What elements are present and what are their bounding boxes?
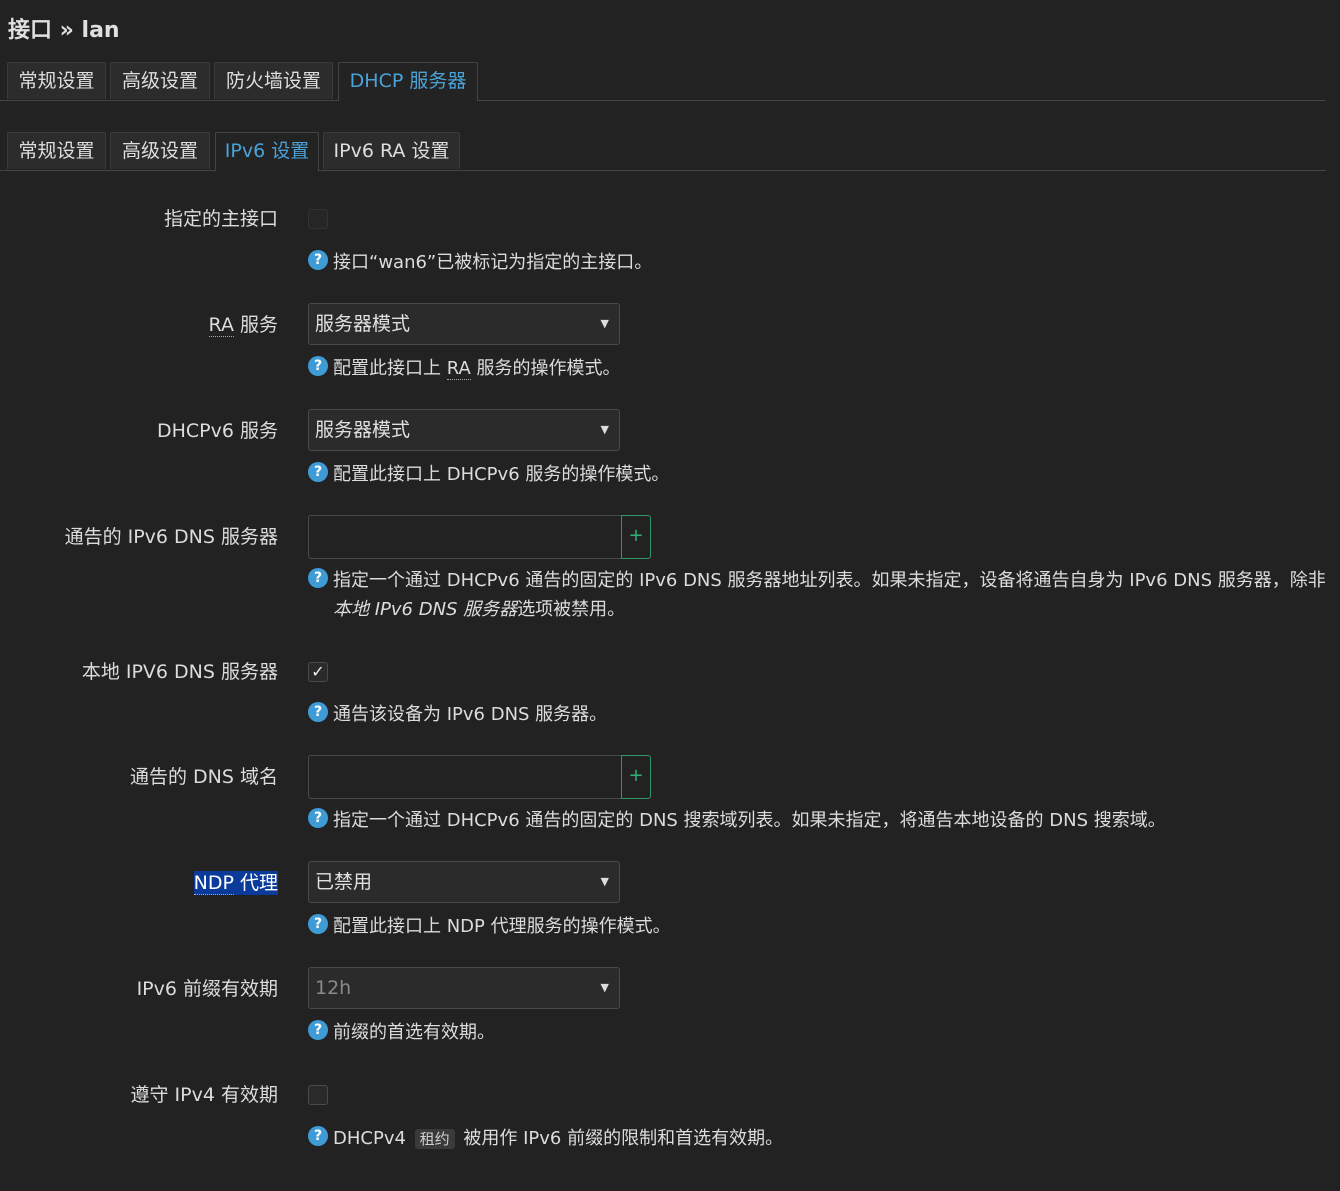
tab-dhcp-server[interactable]: DHCP 服务器 [338,62,478,101]
dns-servers-label: 通告的 IPv6 DNS 服务器 [64,526,278,548]
prefix-lifetime-select[interactable]: 12h ▼ [308,967,620,1009]
prefix-lifetime-label: IPv6 前缀有效期 [136,978,278,1000]
tab-advanced[interactable]: 高级设置 [110,62,210,99]
ipv4-lifetime-label: 遵守 IPv4 有效期 [130,1084,278,1106]
ndp-help-text: 配置此接口上 NDP 代理服务的操作模式。 [333,916,671,937]
dns-servers-help-em: 本地 IPv6 DNS 服务器 [333,599,518,620]
lease-badge: 租约 [414,1129,455,1149]
page-title: 接口 » lan [8,18,120,43]
ra-help-post: 服务的操作模式。 [470,358,621,379]
ra-help-pre: 配置此接口上 [333,358,447,379]
local-dns-checkbox-wrap: ✓ [308,662,328,682]
ndp-label-abbr: NDP [193,872,234,895]
chevron-down-icon: ▼ [600,875,609,888]
tab-firewall[interactable]: 防火墙设置 [214,62,333,99]
prefix-lifetime-value: 12h [315,977,352,999]
dns-servers-help: ? 指定一个通过 DHCPv6 通告的固定的 IPv6 DNS 服务器地址列表。… [308,566,1326,624]
master-help-text: 接口“wan6”已被标记为指定的主接口。 [333,252,653,273]
local-dns-help: ? 通告该设备为 IPv6 DNS 服务器。 [308,700,1326,729]
ndp-field: 已禁用 ▼ [308,861,620,903]
ipv4-lifetime-help-text: DHCPv4 租约 被用作 IPv6 前缀的限制和首选有效期。 [308,1124,1326,1153]
dns-servers-input[interactable] [308,515,621,559]
subtab-general[interactable]: 常规设置 [7,132,106,169]
ipv4-lifetime-help-pre: DHCPv4 [333,1128,412,1149]
master-label: 指定的主接口 [163,208,278,230]
help-icon: ? [308,462,328,482]
dns-domains-add-button[interactable]: + [621,755,651,799]
prefix-lifetime-help: ? 前缀的首选有效期。 [308,1018,1326,1047]
ra-label-rest: 服务 [233,314,278,336]
help-icon: ? [308,1020,328,1040]
subtab-ipv6-settings[interactable]: IPv6 设置 [215,132,319,171]
ra-help-abbr: RA [446,358,471,380]
help-icon: ? [308,356,328,376]
dns-domains-help-text: 指定一个通过 DHCPv6 通告的固定的 DNS 搜索域列表。如果未指定，将通告… [333,810,1166,831]
ndp-help: ? 配置此接口上 NDP 代理服务的操作模式。 [308,912,1326,941]
help-icon: ? [308,250,328,270]
dns-domains-label: 通告的 DNS 域名 [130,766,278,788]
help-icon: ? [308,914,328,934]
ra-service-select[interactable]: 服务器模式 ▼ [308,303,620,345]
chevron-down-icon: ▼ [600,423,609,436]
prefix-lifetime-help-text: 前缀的首选有效期。 [333,1022,495,1043]
dhcpv6-help: ? 配置此接口上 DHCPv6 服务的操作模式。 [308,460,1326,489]
ipv4-lifetime-checkbox[interactable] [308,1085,328,1105]
ndp-proxy-value: 已禁用 [315,871,373,893]
chevron-down-icon: ▼ [600,317,609,330]
dhcpv6-service-select[interactable]: 服务器模式 ▼ [308,409,620,451]
dhcpv6-help-text: 配置此接口上 DHCPv6 服务的操作模式。 [333,464,670,485]
local-dns-checkbox[interactable]: ✓ [308,662,328,682]
ra-service-value: 服务器模式 [315,313,411,335]
dns-domains-field: + [308,755,651,799]
interface-tabs: 常规设置 高级设置 防火墙设置 DHCP 服务器 [0,62,1326,101]
dhcpv6-label: DHCPv6 服务 [156,420,278,442]
dhcpv6-service-value: 服务器模式 [315,419,411,441]
ra-field: 服务器模式 ▼ [308,303,620,345]
ra-label-abbr: RA [208,314,234,337]
ipv4-lifetime-checkbox-wrap [308,1085,328,1105]
ra-help-text: 配置此接口上 RA 服务的操作模式。 [308,354,1326,383]
ra-help: ? 配置此接口上 RA 服务的操作模式。 [308,354,1326,383]
dhcpv6-field: 服务器模式 ▼ [308,409,620,451]
ra-label: RA 服务 [208,313,278,337]
prefix-lifetime-field: 12h ▼ [308,967,620,1009]
master-checkbox[interactable] [308,209,328,229]
dns-servers-field: + [308,515,651,559]
tab-general[interactable]: 常规设置 [7,62,106,99]
local-dns-help-text: 通告该设备为 IPv6 DNS 服务器。 [333,704,608,725]
master-checkbox-wrap [308,209,328,229]
dhcp-subtabs: 常规设置 高级设置 IPv6 设置 IPv6 RA 设置 [0,132,1326,171]
help-icon: ? [308,568,328,588]
dns-servers-help-pre: 指定一个通过 DHCPv6 通告的固定的 IPv6 DNS 服务器地址列表。如果… [333,570,1326,591]
subtab-ipv6-ra-settings[interactable]: IPv6 RA 设置 [323,132,460,169]
subtab-advanced[interactable]: 高级设置 [110,132,210,169]
master-help: ? 接口“wan6”已被标记为指定的主接口。 [308,248,1326,277]
help-icon: ? [308,808,328,828]
help-icon: ? [308,702,328,722]
dns-servers-help-post: 选项被禁用。 [517,599,626,620]
ipv4-lifetime-help: ? DHCPv4 租约 被用作 IPv6 前缀的限制和首选有效期。 [308,1124,1326,1153]
ndp-label: NDP 代理 [193,871,278,895]
dns-servers-add-button[interactable]: + [621,515,651,559]
dns-domains-help: ? 指定一个通过 DHCPv6 通告的固定的 DNS 搜索域列表。如果未指定，将… [308,806,1326,835]
dns-domains-input[interactable] [308,755,621,799]
local-dns-label: 本地 IPV6 DNS 服务器 [81,661,278,683]
ipv4-lifetime-help-post: 被用作 IPv6 前缀的限制和首选有效期。 [457,1128,784,1149]
help-icon: ? [308,1126,328,1146]
ndp-proxy-select[interactable]: 已禁用 ▼ [308,861,620,903]
dns-servers-help-text: 指定一个通过 DHCPv6 通告的固定的 IPv6 DNS 服务器地址列表。如果… [308,566,1326,624]
ndp-label-rest: 代理 [233,872,278,894]
chevron-down-icon: ▼ [600,981,609,994]
